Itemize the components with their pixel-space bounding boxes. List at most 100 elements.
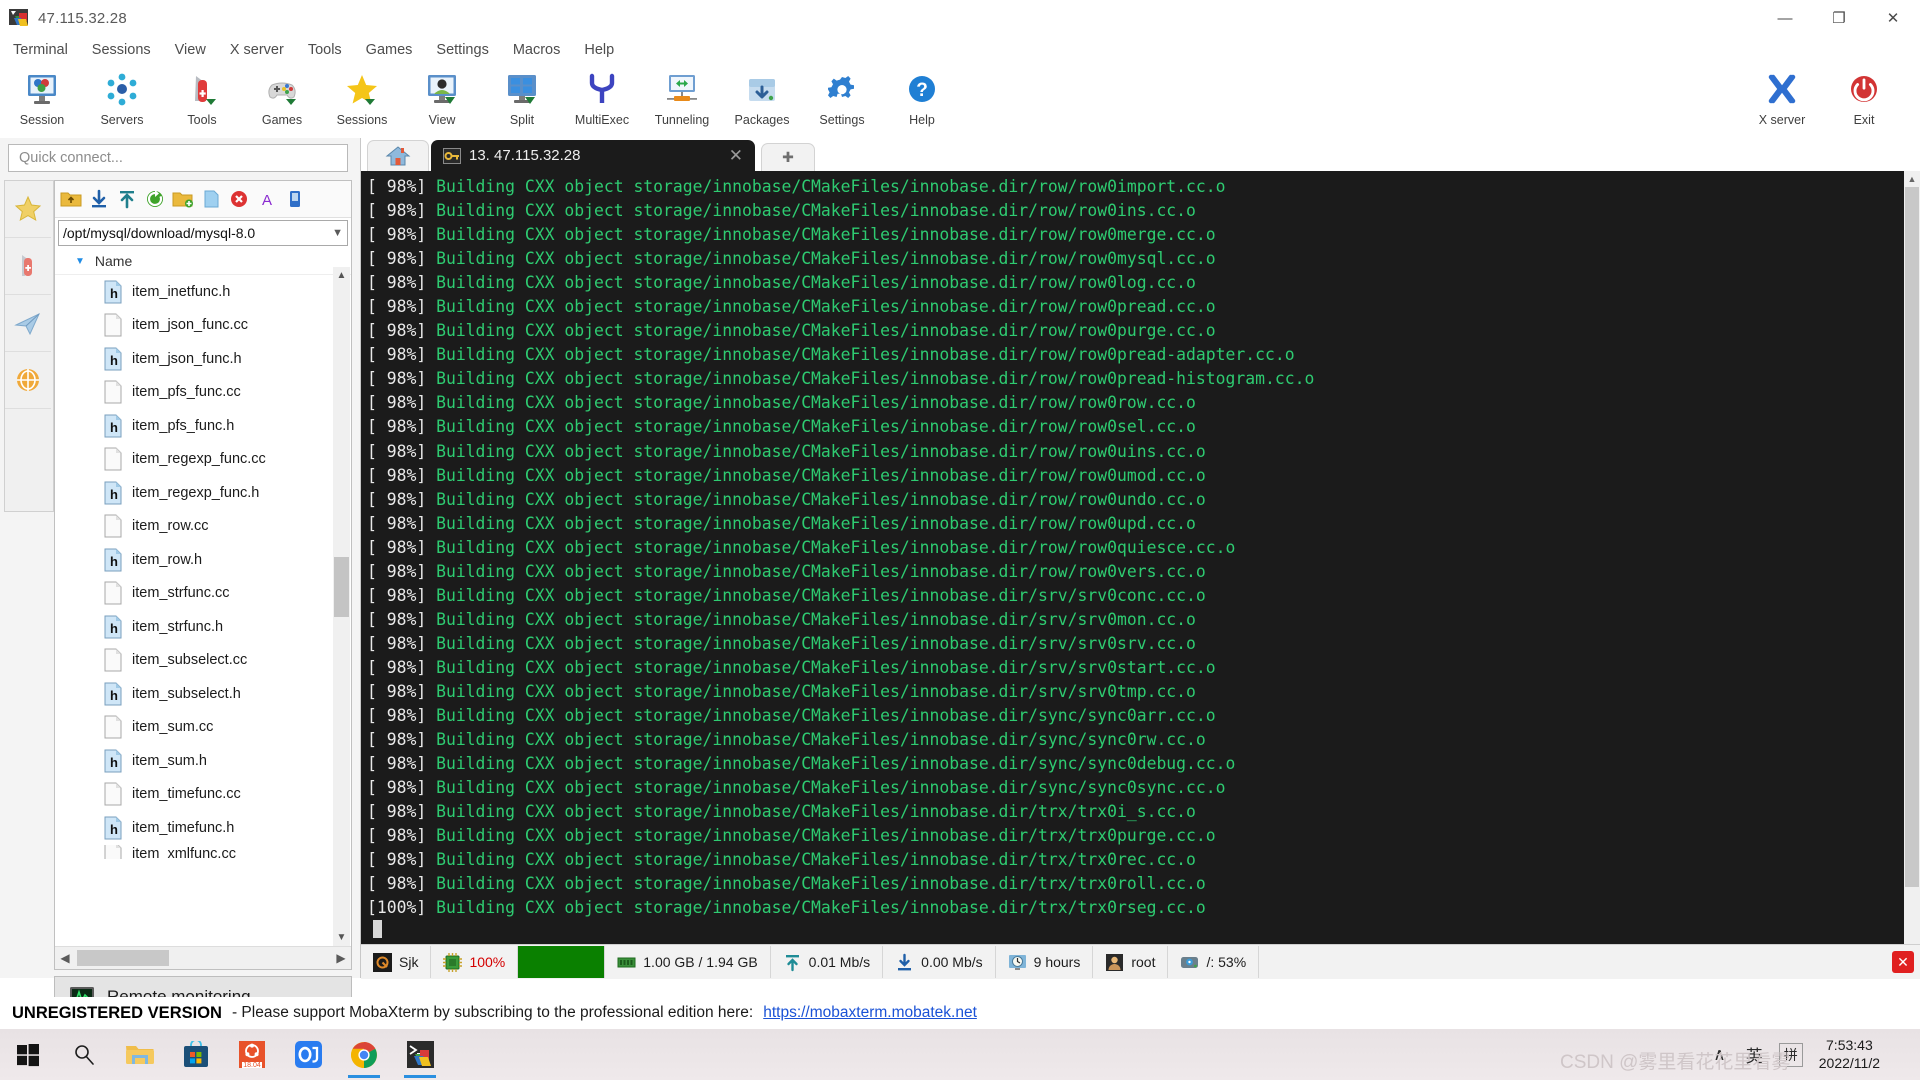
list-item[interactable]: item_row.cc xyxy=(55,510,351,544)
menu-tools[interactable]: Tools xyxy=(297,40,353,60)
clock[interactable]: 7:53:43 2022/11/2 xyxy=(1809,1037,1890,1072)
status-uptime[interactable]: 9 hours xyxy=(996,946,1094,978)
toolbar-split[interactable]: Split xyxy=(480,65,564,137)
mobaxterm-button[interactable] xyxy=(392,1029,448,1080)
terminal-output[interactable]: [ 98%] Building CXX object storage/innob… xyxy=(361,171,1920,944)
new-folder-icon[interactable] xyxy=(171,187,195,211)
ubuntu-button[interactable]: 18.04 xyxy=(224,1029,280,1080)
close-button[interactable]: ✕ xyxy=(1866,0,1920,36)
status-disk[interactable]: /: 53% xyxy=(1168,946,1260,978)
list-item[interactable]: item_json_func.cc xyxy=(55,309,351,343)
delete-icon[interactable] xyxy=(227,187,251,211)
tray-expand-icon[interactable]: ∧ xyxy=(1703,1045,1735,1065)
list-item[interactable]: item_strfunc.cc xyxy=(55,577,351,611)
list-item[interactable]: item_regexp_func.cc xyxy=(55,443,351,477)
path-bar[interactable]: /opt/mysql/download/mysql-8.0 ▼ xyxy=(58,220,348,246)
status-memory[interactable]: 1.00 GB / 1.94 GB xyxy=(604,946,771,978)
list-item[interactable]: h item_regexp_func.h xyxy=(55,476,351,510)
list-item[interactable]: h item_strfunc.h xyxy=(55,610,351,644)
status-cpu[interactable]: 100% xyxy=(431,946,519,978)
parent-folder-icon[interactable] xyxy=(59,187,83,211)
scroll-thumb[interactable] xyxy=(334,557,349,617)
start-button[interactable] xyxy=(0,1029,56,1080)
list-item[interactable]: h item_sum.h xyxy=(55,744,351,778)
search-button[interactable] xyxy=(56,1029,112,1080)
toolbar-sessions[interactable]: Sessions xyxy=(320,65,404,137)
download-icon[interactable] xyxy=(87,187,111,211)
file-list[interactable]: h item_inetfunc.h item_json_func.cc h item… xyxy=(55,275,351,859)
sort-descending-icon[interactable]: ▼ xyxy=(75,256,85,267)
file-list-vertical-scrollbar[interactable]: ▲ ▼ xyxy=(333,267,350,946)
toolbar-session[interactable]: Session xyxy=(0,65,84,137)
toolbar-tunneling[interactable]: Tunneling xyxy=(640,65,724,137)
scroll-thumb[interactable] xyxy=(1905,187,1919,887)
ime-mode-indicator[interactable]: 拼 xyxy=(1778,1042,1803,1067)
tab-home[interactable] xyxy=(367,140,429,171)
menu-xserver[interactable]: X server xyxy=(219,40,295,60)
status-username[interactable]: root xyxy=(1093,946,1169,978)
menu-settings[interactable]: Settings xyxy=(425,40,499,60)
list-item[interactable]: item_xmlfunc.cc xyxy=(55,844,351,859)
list-item[interactable]: h item_timefunc.h xyxy=(55,811,351,845)
menu-macros[interactable]: Macros xyxy=(502,40,572,60)
tab-close-icon[interactable]: ✕ xyxy=(707,146,743,166)
scroll-up-icon[interactable]: ▲ xyxy=(1904,171,1920,187)
menu-view[interactable]: View xyxy=(164,40,217,60)
file-list-horizontal-scrollbar[interactable]: ◀ ▶ xyxy=(55,946,351,969)
status-close-button[interactable]: ✕ xyxy=(1892,951,1914,973)
toolbar-multiexec[interactable]: MultiExec xyxy=(560,65,644,137)
scroll-left-icon[interactable]: ◀ xyxy=(55,951,75,965)
chrome-button[interactable] xyxy=(336,1029,392,1080)
list-item[interactable]: item_subselect.cc xyxy=(55,644,351,678)
sidebar-tab-sessions[interactable] xyxy=(5,181,51,238)
toolbar-exit[interactable]: Exit xyxy=(1822,65,1906,137)
mobaxterm-link[interactable]: https://mobaxterm.mobatek.net xyxy=(763,1004,977,1022)
usb-icon[interactable] xyxy=(283,187,307,211)
toolbar-view[interactable]: View xyxy=(400,65,484,137)
status-download[interactable]: 0.00 Mb/s xyxy=(883,946,996,978)
upload-icon[interactable] xyxy=(115,187,139,211)
list-item[interactable]: h item_row.h xyxy=(55,543,351,577)
sidebar-tab-sftp[interactable] xyxy=(5,352,51,409)
list-item[interactable]: h item_inetfunc.h xyxy=(55,275,351,309)
menu-terminal[interactable]: Terminal xyxy=(2,40,79,60)
file-explorer-button[interactable] xyxy=(112,1029,168,1080)
sidebar-tab-macros[interactable] xyxy=(5,295,51,352)
maximize-button[interactable]: ❐ xyxy=(1812,0,1866,36)
new-tab-button[interactable]: ✚ xyxy=(761,143,815,171)
status-upload[interactable]: 0.01 Mb/s xyxy=(771,946,884,978)
toolbar-tools[interactable]: Tools xyxy=(160,65,244,137)
list-item[interactable]: item_pfs_func.cc xyxy=(55,376,351,410)
menu-games[interactable]: Games xyxy=(355,40,424,60)
toolbar-settings[interactable]: Settings xyxy=(800,65,884,137)
menu-sessions[interactable]: Sessions xyxy=(81,40,162,60)
toolbar-help[interactable]: ? Help xyxy=(880,65,964,137)
new-file-icon[interactable] xyxy=(199,187,223,211)
outlook-button[interactable] xyxy=(280,1029,336,1080)
chevron-down-icon[interactable]: ▼ xyxy=(329,227,343,239)
ime-language-indicator[interactable]: 英 xyxy=(1736,1042,1773,1067)
list-item[interactable]: h item_json_func.h xyxy=(55,342,351,376)
toolbar-games[interactable]: Games xyxy=(240,65,324,137)
list-item[interactable]: h item_subselect.h xyxy=(55,677,351,711)
toolbar-packages[interactable]: Packages xyxy=(720,65,804,137)
refresh-icon[interactable] xyxy=(143,187,167,211)
microsoft-store-button[interactable] xyxy=(168,1029,224,1080)
menu-help[interactable]: Help xyxy=(573,40,625,60)
scroll-thumb-horizontal[interactable] xyxy=(77,950,169,966)
scroll-down-icon[interactable]: ▼ xyxy=(333,929,350,946)
toolbar-xserver[interactable]: X server xyxy=(1740,65,1824,137)
tab-session-active[interactable]: 13. 47.115.32.28 ✕ xyxy=(431,140,755,171)
toolbar-servers[interactable]: Servers xyxy=(80,65,164,137)
column-header-name[interactable]: Name xyxy=(95,253,132,269)
scroll-up-icon[interactable]: ▲ xyxy=(333,267,350,284)
quick-connect-input[interactable]: Quick connect... xyxy=(8,144,348,172)
scroll-right-icon[interactable]: ▶ xyxy=(331,951,351,965)
list-item[interactable]: item_timefunc.cc xyxy=(55,778,351,812)
rename-icon[interactable]: A xyxy=(255,187,279,211)
show-desktop-button[interactable] xyxy=(1890,1029,1916,1080)
list-item[interactable]: item_sum.cc xyxy=(55,711,351,745)
terminal-scrollbar[interactable]: ▲ xyxy=(1904,171,1920,944)
minimize-button[interactable]: — xyxy=(1758,0,1812,36)
list-item[interactable]: h item_pfs_func.h xyxy=(55,409,351,443)
